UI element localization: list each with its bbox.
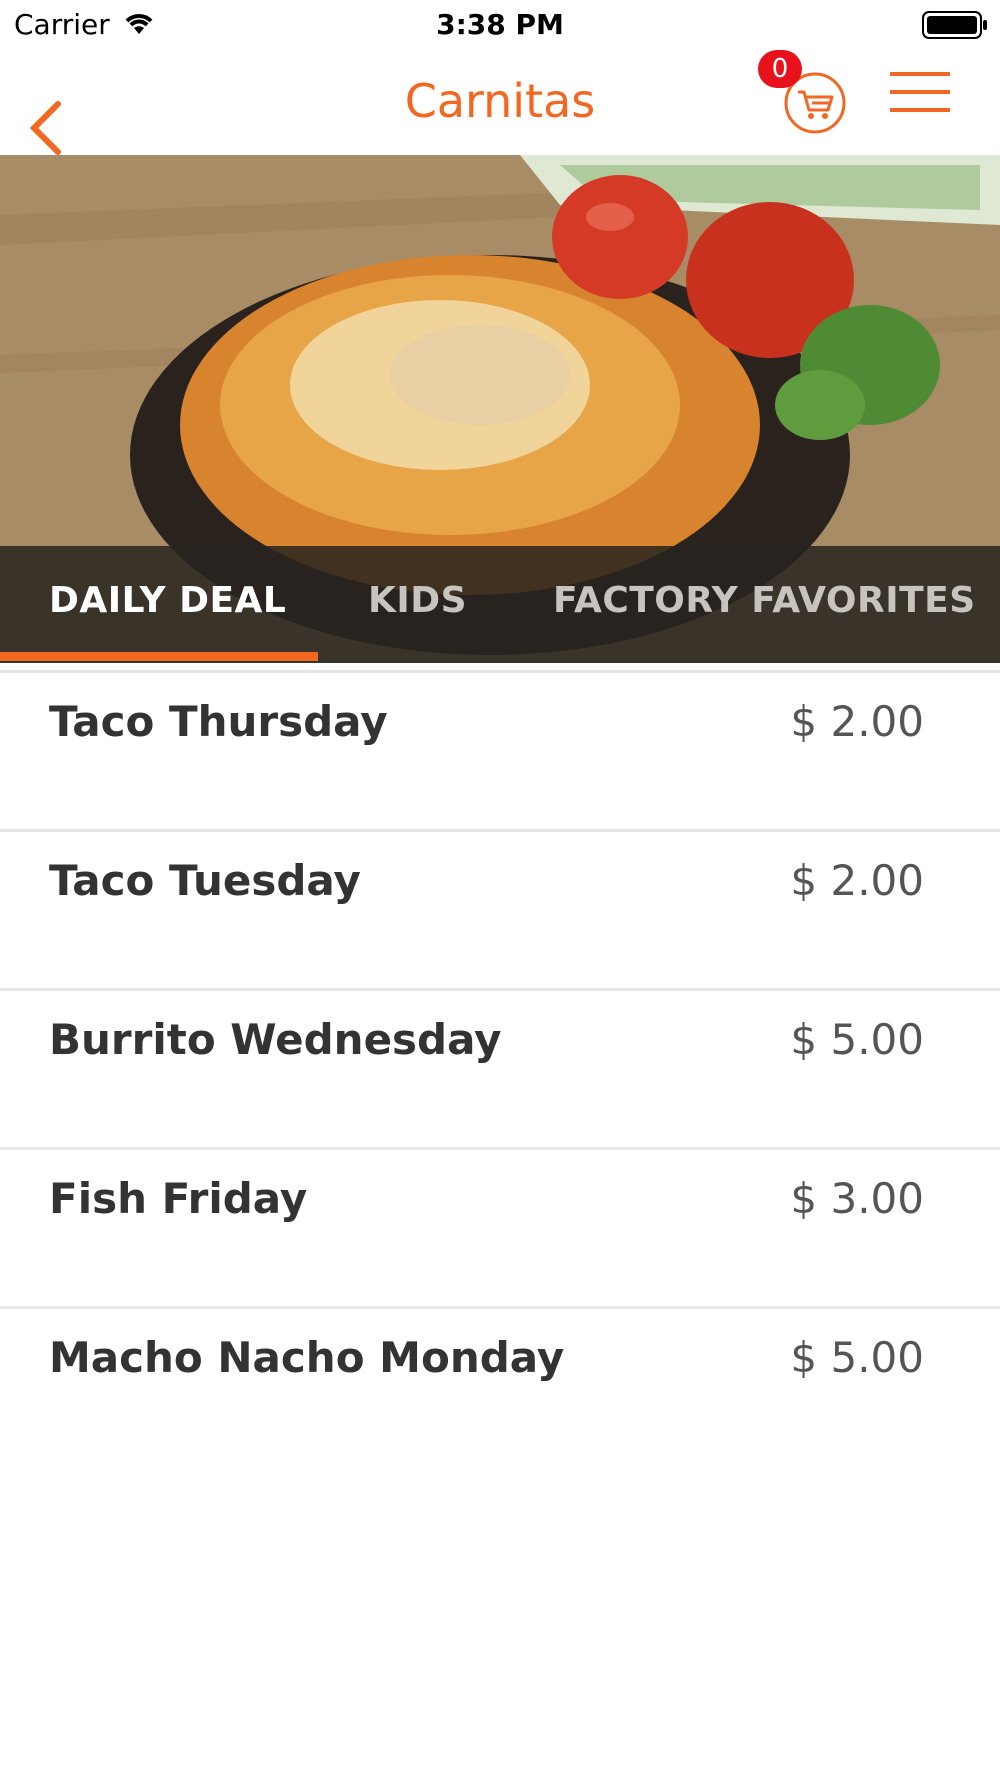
item-price: $ 2.00 <box>790 697 924 746</box>
item-name: Fish Friday <box>49 1174 308 1223</box>
hamburger-menu-icon[interactable] <box>888 70 952 114</box>
item-price: $ 5.00 <box>790 1333 924 1382</box>
tab-kids[interactable]: KIDS <box>368 580 467 621</box>
item-price: $ 3.00 <box>790 1174 924 1223</box>
menu-item-row[interactable]: Fish Friday $ 3.00 <box>0 1150 1000 1309</box>
status-time: 3:38 PM <box>436 8 564 41</box>
item-name: Taco Tuesday <box>49 856 361 905</box>
tab-factory-favorites[interactable]: FACTORY FAVORITES <box>553 580 976 621</box>
menu-item-row[interactable]: Taco Tuesday $ 2.00 <box>0 832 1000 991</box>
item-name: Taco Thursday <box>49 697 388 746</box>
item-price: $ 2.00 <box>790 856 924 905</box>
category-tab-bar: DAILY DEAL KIDS FACTORY FAVORITES <box>0 546 1000 663</box>
item-price: $ 5.00 <box>790 1015 924 1064</box>
tab-daily-deal[interactable]: DAILY DEAL <box>49 580 286 621</box>
active-tab-indicator <box>0 652 318 661</box>
item-name: Macho Nacho Monday <box>49 1333 565 1382</box>
status-bar: Carrier 3:38 PM <box>0 0 1000 50</box>
item-name: Burrito Wednesday <box>49 1015 502 1064</box>
page-title: Carnitas <box>404 74 596 128</box>
cart-count-badge: 0 <box>758 50 802 88</box>
menu-item-row[interactable]: Macho Nacho Monday $ 5.00 <box>0 1309 1000 1468</box>
menu-item-row[interactable]: Taco Thursday $ 2.00 <box>0 673 1000 832</box>
battery-icon <box>922 11 987 39</box>
nav-bar: Carnitas 0 <box>0 50 1000 155</box>
menu-item-row[interactable]: Burrito Wednesday $ 5.00 <box>0 991 1000 1150</box>
